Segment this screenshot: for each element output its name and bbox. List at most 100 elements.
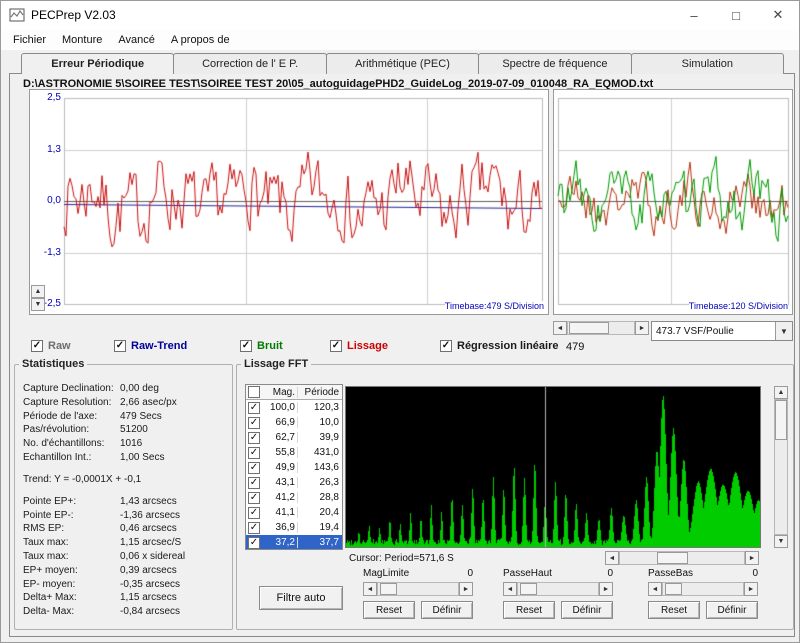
right-chart-hscrollbar[interactable]: ◄► <box>553 321 649 335</box>
tab-correction-de-l-e-p[interactable]: Correction de l' E P. <box>173 53 326 74</box>
stat-row-capture-resolution: Capture Resolution:2,66 asec/px <box>23 396 229 410</box>
menu-item-monture[interactable]: Monture <box>54 31 110 49</box>
scroll-down-button[interactable]: ▼ <box>31 298 45 311</box>
scroll-track[interactable] <box>567 321 635 335</box>
fft-spectrum-hscrollbar[interactable]: ◄► <box>605 551 759 565</box>
filter-slider-passebas[interactable]: ◄► <box>648 582 758 596</box>
filter-slider-maglimite[interactable]: ◄► <box>363 582 473 596</box>
scroll-up-button[interactable]: ▲ <box>774 386 788 399</box>
scroll-thumb[interactable] <box>775 400 787 440</box>
tab-simulation[interactable]: Simulation <box>631 53 784 74</box>
scroll-thumb[interactable] <box>657 552 688 564</box>
chevron-down-icon[interactable]: ▼ <box>775 322 792 340</box>
tab-strip: Erreur PériodiqueCorrection de l' E P.Ar… <box>21 53 783 74</box>
scroll-left-button[interactable]: ◄ <box>648 582 662 596</box>
checkbox-icon[interactable]: ✓ <box>240 340 252 352</box>
scroll-track[interactable] <box>662 582 744 596</box>
define-button-passebas[interactable]: Définir <box>706 601 758 619</box>
scroll-thumb[interactable] <box>380 583 398 595</box>
fft-spectrum-canvas[interactable] <box>345 386 761 548</box>
tab-arithm-tique-pec[interactable]: Arithmétique (PEC) <box>326 53 479 74</box>
checkbox-icon[interactable]: ✓ <box>31 340 43 352</box>
fft-period-value: 26,3 <box>297 477 342 488</box>
define-button-maglimite[interactable]: Définir <box>421 601 473 619</box>
fft-frequency-row[interactable]: ✓55,8431,0 <box>246 445 342 460</box>
toggle-r-gression-lin-aire[interactable]: ✓Régression linéaire <box>440 340 559 352</box>
fft-frequency-row[interactable]: ✓66,910,0 <box>246 415 342 430</box>
checkbox-icon[interactable]: ✓ <box>248 537 260 549</box>
reset-button-passebas[interactable]: Reset <box>648 601 700 619</box>
checkbox-icon[interactable]: ✓ <box>248 447 260 459</box>
reset-button-passehaut[interactable]: Reset <box>503 601 555 619</box>
checkbox-icon[interactable]: ✓ <box>248 522 260 534</box>
scroll-left-button[interactable]: ◄ <box>553 321 567 335</box>
fft-frequency-table[interactable]: Mag. Période ✓100,0120,3✓66,910,0✓62,739… <box>245 384 343 550</box>
fft-frequency-row[interactable]: ✓100,0120,3 <box>246 400 342 415</box>
fft-frequency-row[interactable]: ✓36,919,4 <box>246 520 342 535</box>
toggle-lissage[interactable]: ✓Lissage <box>330 340 388 352</box>
menu-item-a-propos-de[interactable]: A propos de <box>163 31 238 49</box>
y-axis-tick-label: 0,0 <box>31 195 61 206</box>
fft-frequency-row[interactable]: ✓37,237,7 <box>246 535 342 550</box>
tab-erreur-p-riodique[interactable]: Erreur Périodique <box>21 53 174 74</box>
scroll-right-button[interactable]: ► <box>459 582 473 596</box>
stat-row-delta-max: Delta- Max:-0,84 arcsecs <box>23 605 229 619</box>
scroll-up-button[interactable]: ▲ <box>31 285 45 298</box>
checkbox-icon[interactable]: ✓ <box>248 507 260 519</box>
tab-spectre-de-fr-quence[interactable]: Spectre de fréquence <box>478 53 631 74</box>
vsf-combobox[interactable]: 473.7 VSF/Poulie ▼ <box>651 321 793 341</box>
fft-frequency-row[interactable]: ✓49,9143,6 <box>246 460 342 475</box>
checkbox-icon[interactable]: ✓ <box>248 462 260 474</box>
fft-frequency-row[interactable]: ✓41,228,8 <box>246 490 342 505</box>
raw-error-chart[interactable]: 2,51,30,0-1,3-2,5 Timebase:479 S/Divisio… <box>29 89 549 315</box>
scroll-left-button[interactable]: ◄ <box>503 582 517 596</box>
scroll-track[interactable] <box>619 551 745 565</box>
scroll-track[interactable] <box>774 399 788 535</box>
scroll-left-button[interactable]: ◄ <box>605 551 619 565</box>
stat-value: 0,00 deg <box>120 382 159 396</box>
toggle-bruit[interactable]: ✓Bruit <box>240 340 283 352</box>
checkbox-icon[interactable]: ✓ <box>114 340 126 352</box>
checkbox-icon[interactable]: ✓ <box>248 417 260 429</box>
scroll-down-button[interactable]: ▼ <box>774 535 788 548</box>
close-button[interactable]: ✕ <box>757 1 799 29</box>
scroll-thumb[interactable] <box>665 583 683 595</box>
scroll-track[interactable] <box>377 582 459 596</box>
y-axis-tick-label: 2,5 <box>31 92 61 103</box>
checkbox-icon[interactable]: ✓ <box>248 492 260 504</box>
checkbox-icon[interactable]: ✓ <box>248 477 260 489</box>
minimize-button[interactable]: – <box>673 1 715 29</box>
filter-buttons: Reset Définir <box>503 601 613 619</box>
checkbox-icon[interactable]: ✓ <box>440 340 452 352</box>
fft-frequency-row[interactable]: ✓62,739,9 <box>246 430 342 445</box>
scroll-right-button[interactable]: ► <box>635 321 649 335</box>
scroll-right-button[interactable]: ► <box>599 582 613 596</box>
toggle-raw[interactable]: ✓Raw <box>31 340 71 352</box>
checkbox-icon[interactable]: ✓ <box>330 340 342 352</box>
fft-table-header: Mag. Période <box>246 385 342 400</box>
menu-item-avanc[interactable]: Avancé <box>110 31 163 49</box>
maximize-button[interactable]: □ <box>715 1 757 29</box>
filter-slider-passehaut[interactable]: ◄► <box>503 582 613 596</box>
scroll-right-button[interactable]: ► <box>744 582 758 596</box>
checkbox-icon[interactable]: ✓ <box>248 402 260 414</box>
stat-row-pointe-ep: Pointe EP+:1,43 arcsecs <box>23 495 229 509</box>
checkbox-icon[interactable]: ✓ <box>248 432 260 444</box>
toggle-raw-trend[interactable]: ✓Raw-Trend <box>114 340 187 352</box>
menu-item-fichier[interactable]: Fichier <box>5 31 54 49</box>
define-button-passehaut[interactable]: Définir <box>561 601 613 619</box>
scroll-thumb[interactable] <box>569 322 609 334</box>
reset-button-maglimite[interactable]: Reset <box>363 601 415 619</box>
scroll-track[interactable] <box>517 582 599 596</box>
scroll-right-button[interactable]: ► <box>745 551 759 565</box>
scroll-left-button[interactable]: ◄ <box>363 582 377 596</box>
auto-filter-button[interactable]: Filtre auto <box>259 586 343 610</box>
fft-period-value: 39,9 <box>297 432 342 443</box>
left-chart-vertical-scrollbar[interactable]: ▲▼ <box>31 285 45 313</box>
fft-frequency-row[interactable]: ✓43,126,3 <box>246 475 342 490</box>
scroll-thumb[interactable] <box>520 583 538 595</box>
fft-table-vscrollbar[interactable]: ▲▼ <box>774 386 788 548</box>
header-checkbox[interactable] <box>248 386 260 398</box>
fft-frequency-row[interactable]: ✓41,120,4 <box>246 505 342 520</box>
noise-smoothing-chart[interactable]: Timebase:120 S/Division <box>553 89 793 315</box>
